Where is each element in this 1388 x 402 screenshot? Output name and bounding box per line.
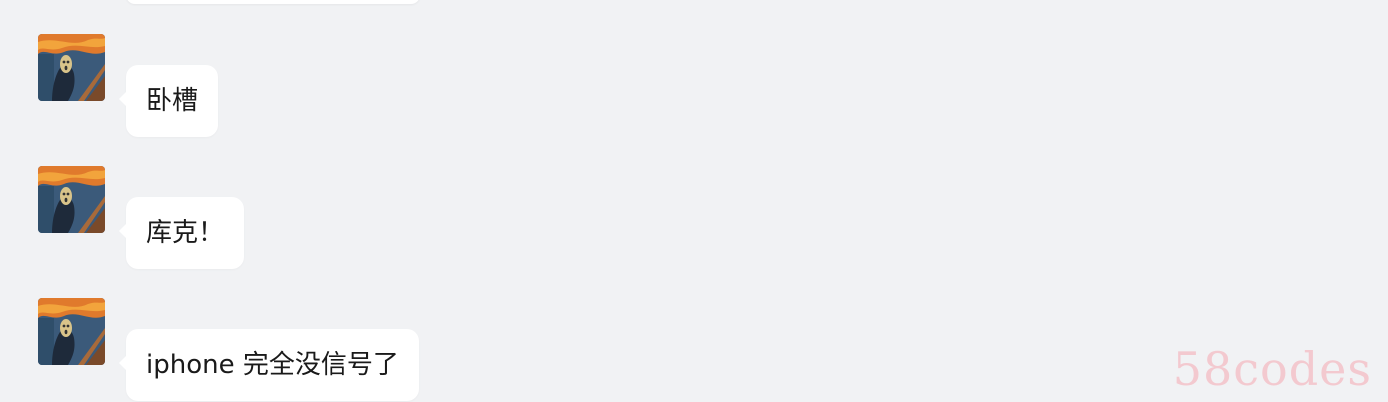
previous-message-bubble bbox=[126, 0, 420, 4]
bubble-tail bbox=[119, 91, 127, 107]
message-bubble[interactable]: 卧槽 bbox=[119, 65, 219, 137]
scream-avatar-icon bbox=[38, 34, 105, 101]
scream-avatar-icon bbox=[38, 166, 105, 233]
avatar[interactable] bbox=[38, 298, 105, 365]
chat-message-row: 卧槽 bbox=[38, 34, 738, 137]
scream-avatar-icon bbox=[38, 298, 105, 365]
avatar[interactable] bbox=[38, 166, 105, 233]
bubble-tail bbox=[119, 355, 127, 371]
chat-message-row: iphone 完全没信号了 bbox=[38, 298, 738, 401]
message-text: 卧槽 bbox=[146, 86, 199, 116]
message-bubble[interactable]: 库克！ bbox=[119, 197, 245, 269]
avatar[interactable] bbox=[38, 34, 105, 101]
watermark-text: 58codes bbox=[1172, 342, 1372, 396]
message-text: 库克！ bbox=[146, 218, 225, 248]
chat-message-row: 库克！ bbox=[38, 166, 738, 269]
bubble-tail bbox=[119, 223, 127, 239]
message-text: iphone 完全没信号了 bbox=[146, 350, 399, 380]
message-bubble[interactable]: iphone 完全没信号了 bbox=[119, 329, 419, 401]
